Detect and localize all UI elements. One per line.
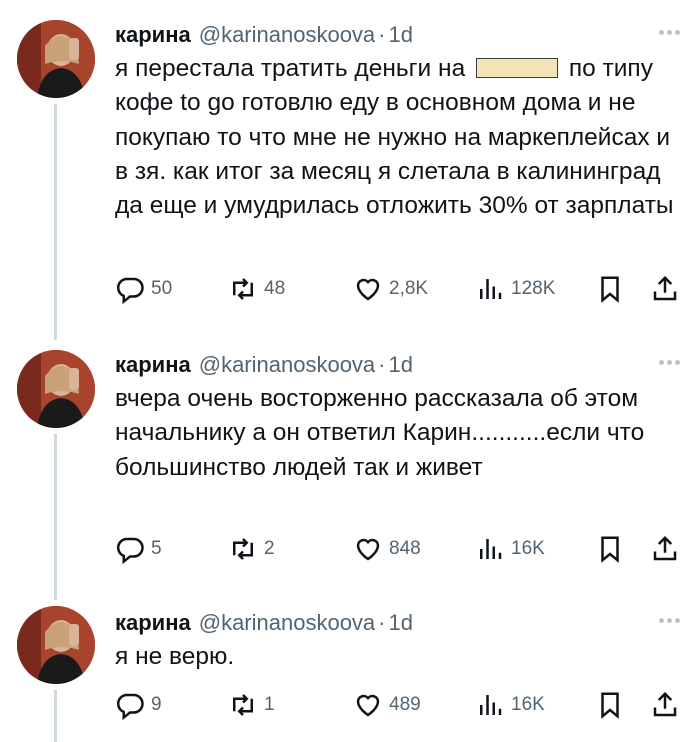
avatar[interactable] (17, 606, 95, 684)
thread-line (54, 690, 57, 742)
bookmark-button[interactable] (595, 690, 631, 720)
retweet-count: 48 (264, 278, 286, 299)
reply-count: 5 (151, 538, 162, 559)
retweet-button[interactable]: 1 (228, 690, 275, 720)
author-name[interactable]: карина (115, 352, 191, 378)
separator-dot: · (378, 22, 386, 47)
separator-dot: · (378, 352, 386, 377)
timestamp[interactable]: 1d (389, 352, 413, 378)
separator-dot: · (378, 610, 386, 635)
like-count: 848 (389, 538, 421, 559)
reply-icon (116, 277, 144, 304)
share-icon (653, 275, 677, 301)
author-handle[interactable]: @karinanoskoova (199, 352, 375, 378)
bookmark-icon (601, 276, 619, 303)
retweet-button[interactable]: 2 (228, 534, 275, 564)
thread-line (54, 104, 57, 340)
tweet-actions: 50 48 2,8K 128K (115, 273, 680, 305)
retweet-icon (233, 278, 253, 300)
bookmark-button[interactable] (595, 274, 631, 304)
tweet-text: я перестала тратить деньги на по типу ко… (115, 52, 680, 223)
heart-icon (356, 538, 380, 561)
timestamp[interactable]: 1d (389, 22, 413, 48)
tweet-actions: 5 2 848 16K (115, 533, 680, 565)
tweet-text-part: я перестала тратить деньги на (115, 55, 473, 82)
like-button[interactable]: 2,8K (353, 274, 428, 304)
heart-icon (356, 694, 380, 717)
views-icon (480, 279, 502, 299)
views-icon (480, 539, 502, 559)
avatar[interactable] (17, 350, 95, 428)
tweet[interactable]: карина @karinanoskoova · 1d вчера очень … (0, 340, 700, 600)
reply-count: 9 (151, 694, 162, 715)
tweet-header: карина @karinanoskoova · 1d (115, 606, 680, 640)
like-count: 2,8K (389, 278, 429, 299)
share-button[interactable] (650, 274, 686, 304)
author-name[interactable]: карина (115, 610, 191, 636)
share-icon (653, 691, 677, 717)
view-count: 16K (511, 538, 545, 559)
author-handle[interactable]: @karinanoskoova (199, 22, 375, 48)
views-button[interactable]: 128K (475, 274, 555, 304)
tweet[interactable]: карина @karinanoskoova · 1d я перестала … (0, 0, 700, 340)
author-name[interactable]: карина (115, 22, 191, 48)
tweet-text: я не верю. (115, 643, 235, 670)
reply-icon (116, 693, 144, 720)
tweet[interactable]: карина @karinanoskoova · 1d я не верю. 9… (0, 600, 700, 742)
more-icon[interactable] (659, 618, 680, 623)
reply-button[interactable]: 9 (115, 690, 162, 720)
like-count: 489 (389, 694, 421, 715)
thread-line (54, 434, 57, 600)
heart-icon (356, 278, 380, 301)
retweet-button[interactable]: 48 (228, 274, 285, 304)
like-button[interactable]: 848 (353, 534, 421, 564)
view-count: 16K (511, 694, 545, 715)
timestamp[interactable]: 1d (389, 610, 413, 636)
tweet-header: карина @karinanoskoova · 1d (115, 348, 680, 382)
retweet-count: 2 (264, 538, 275, 559)
author-handle[interactable]: @karinanoskoova (199, 610, 375, 636)
tweet-text: вчера очень восторженно рассказала об эт… (115, 385, 652, 481)
bookmark-button[interactable] (595, 534, 631, 564)
views-button[interactable]: 16K (475, 534, 545, 564)
reply-count: 50 (151, 278, 173, 299)
reply-button[interactable]: 50 (115, 274, 172, 304)
like-button[interactable]: 489 (353, 690, 421, 720)
reply-icon (116, 537, 144, 564)
redaction-box (476, 58, 559, 78)
retweet-icon (233, 694, 253, 716)
share-button[interactable] (650, 534, 686, 564)
reply-button[interactable]: 5 (115, 534, 162, 564)
retweet-count: 1 (264, 694, 275, 715)
tweet-actions: 9 1 489 16K (115, 689, 680, 721)
view-count: 128K (511, 278, 556, 299)
avatar[interactable] (17, 20, 95, 98)
more-icon[interactable] (659, 30, 680, 35)
more-icon[interactable] (659, 360, 680, 365)
views-icon (480, 695, 502, 715)
bookmark-icon (601, 692, 619, 719)
bookmark-icon (601, 536, 619, 563)
tweet-header: карина @karinanoskoova · 1d (115, 18, 680, 52)
share-button[interactable] (650, 690, 686, 720)
share-icon (653, 535, 677, 561)
retweet-icon (233, 538, 253, 560)
views-button[interactable]: 16K (475, 690, 545, 720)
